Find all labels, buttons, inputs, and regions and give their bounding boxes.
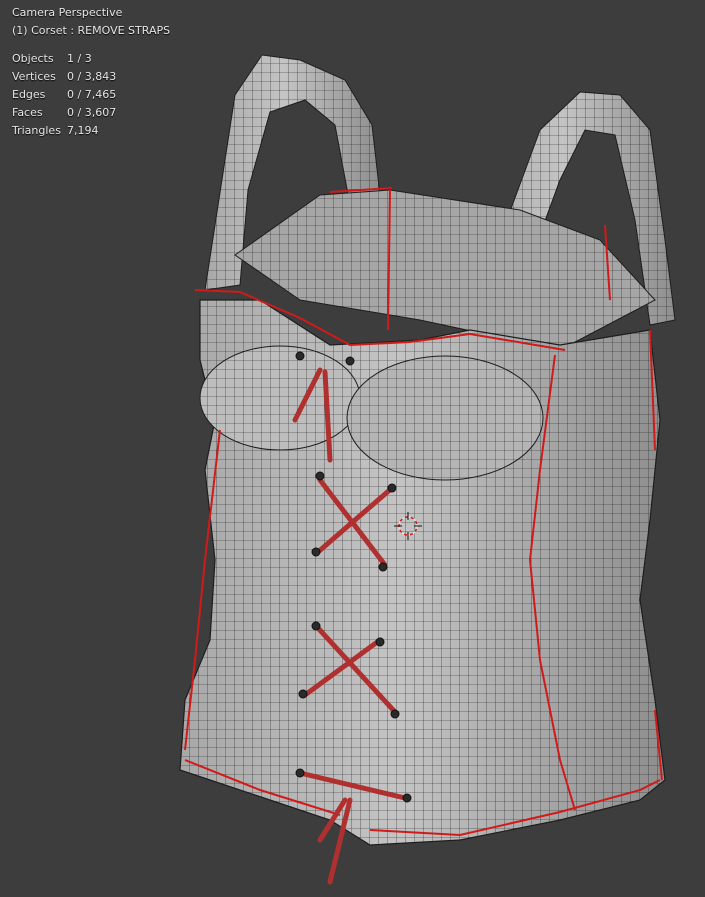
3d-viewport[interactable]: Camera Perspective (1) Corset : REMOVE S… (0, 0, 705, 897)
corset-body (179, 299, 666, 846)
stat-value: 0 / 7,465 (67, 88, 117, 101)
stat-value: 0 / 3,843 (67, 70, 117, 83)
stat-label: Triangles (12, 124, 61, 137)
stat-row-triangles: Triangles 7,194 (12, 122, 170, 140)
stat-row-faces: Faces 0 / 3,607 (12, 104, 170, 122)
active-object-label: (1) Corset : REMOVE STRAPS (12, 24, 171, 37)
view-name: Camera Perspective (12, 6, 123, 19)
stat-value: 0 / 3,607 (67, 106, 117, 119)
stat-row-objects: Objects 1 / 3 (12, 50, 170, 68)
stat-label: Objects (12, 52, 54, 65)
stat-label: Edges (12, 88, 46, 101)
scene-statistics: Objects 1 / 3 Vertices 0 / 3,843 Edges 0… (12, 50, 170, 140)
viewport-info-overlay: Camera Perspective (1) Corset : REMOVE S… (12, 4, 170, 140)
stat-label: Faces (12, 106, 43, 119)
stat-label: Vertices (12, 70, 56, 83)
stat-row-vertices: Vertices 0 / 3,843 (12, 68, 170, 86)
stat-row-edges: Edges 0 / 7,465 (12, 86, 170, 104)
stat-value: 1 / 3 (67, 52, 92, 65)
stat-value: 7,194 (67, 124, 99, 137)
